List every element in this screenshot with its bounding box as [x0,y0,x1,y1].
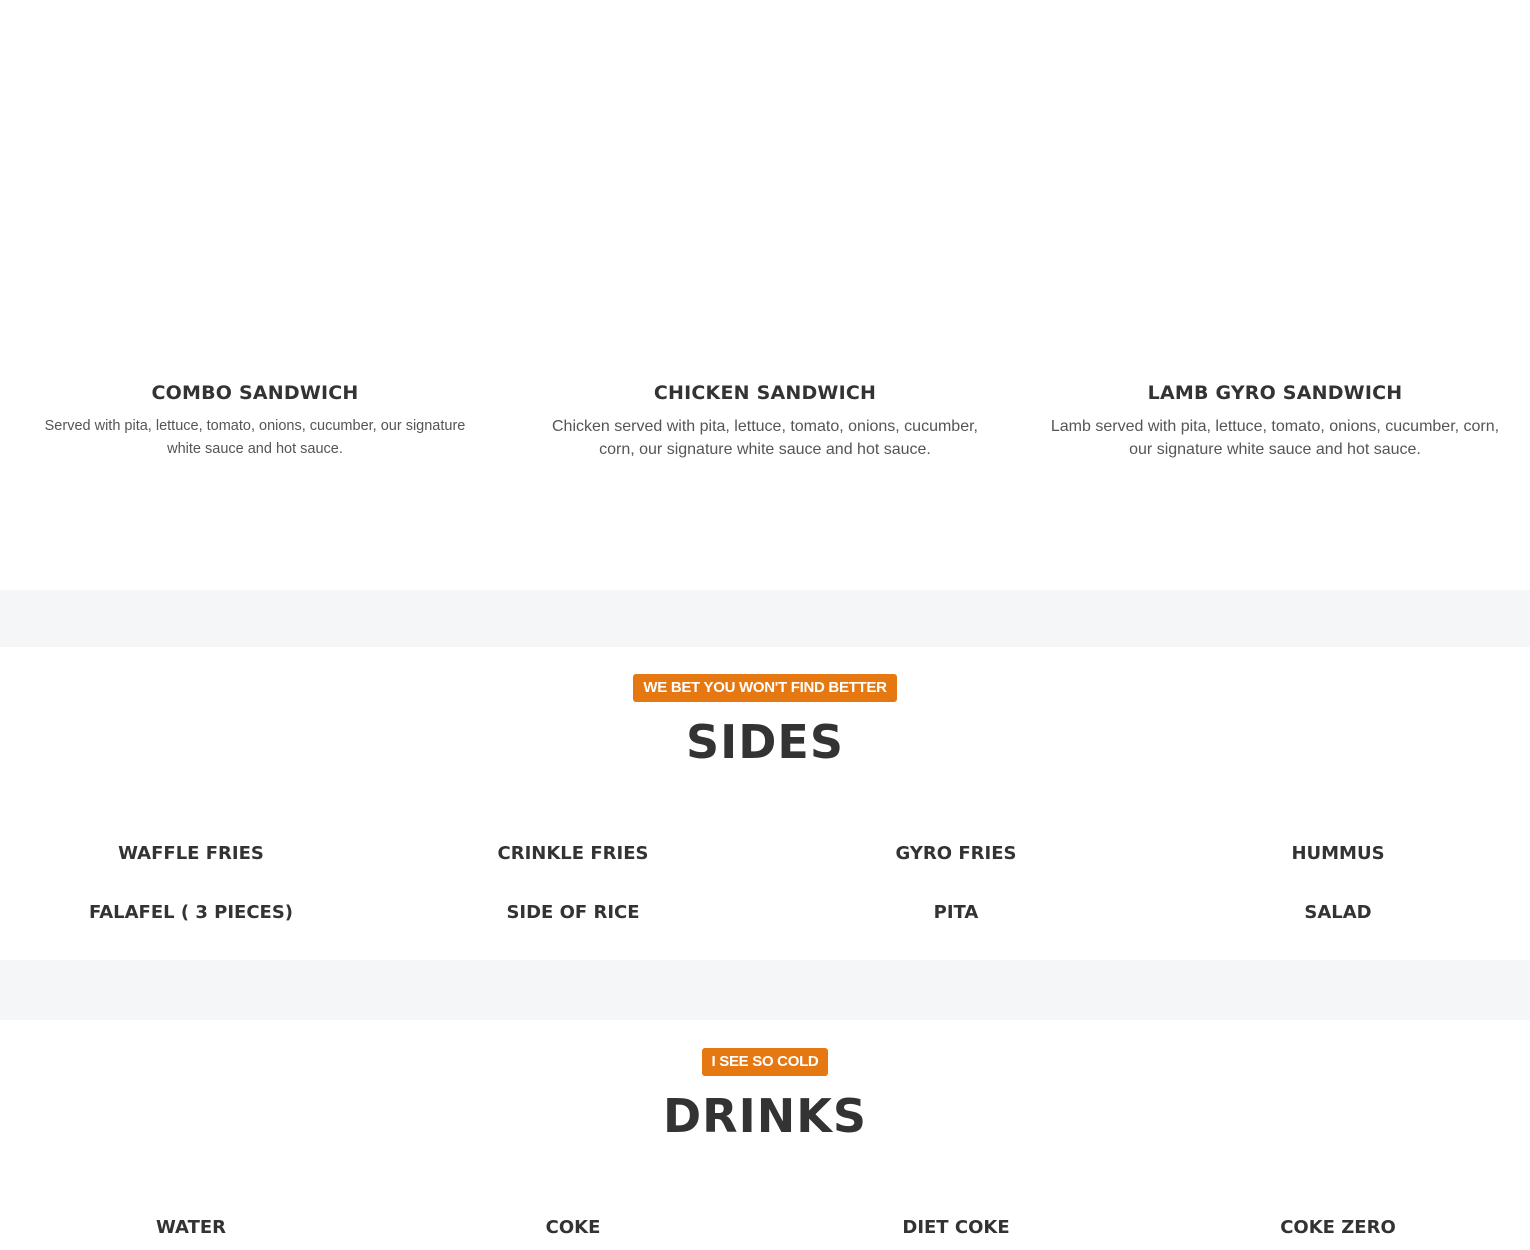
menu-item-title: COMBO SANDWICH [151,382,359,404]
section-divider [0,590,1530,647]
drink-item-diet-coke: DIET COKE [902,1217,1010,1238]
sides-header: WE BET YOU WON'T FIND BETTER SIDES [0,674,1530,770]
menu-page: COMBO SANDWICH Served with pita, lettuce… [0,0,1530,1250]
menu-item-description: Chicken served with pita, lettuce, tomat… [552,418,978,458]
side-item-falafel: FALAFEL ( 3 PIECES) [88,902,294,923]
side-item-side-of-rice: SIDE OF RICE [506,902,640,923]
menu-item-description: Served with pita, lettuce, tomato, onion… [44,418,466,457]
drinks-header: I SEE SO COLD DRINKS [0,1048,1530,1144]
drink-item-coke: COKE [545,1217,601,1238]
drink-item-water: WATER [155,1217,226,1238]
menu-card-chicken-sandwich: CHICKEN SANDWICH Chicken served with pit… [540,380,990,461]
drink-item-coke-zero: COKE ZERO [1280,1217,1396,1238]
side-item-salad: SALAD [1304,902,1372,923]
side-item-gyro-fries: GYRO FRIES [895,843,1017,864]
side-item-waffle-fries: WAFFLE FRIES [118,843,264,864]
sandwiches-section: COMBO SANDWICH Served with pita, lettuce… [0,0,1530,590]
menu-item-description: Lamb served with pita, lettuce, tomato, … [1050,418,1500,458]
sides-title: SIDES [686,715,844,769]
drinks-title: DRINKS [663,1089,867,1143]
side-item-hummus: HUMMUS [1291,843,1385,864]
sides-badge: WE BET YOU WON'T FIND BETTER [633,674,897,702]
menu-card-lamb-gyro-sandwich: LAMB GYRO SANDWICH Lamb served with pita… [1050,380,1500,461]
menu-item-title: CHICKEN SANDWICH [653,382,877,404]
menu-card-combo-sandwich: COMBO SANDWICH Served with pita, lettuce… [40,380,470,461]
section-divider [0,960,1530,1020]
side-item-crinkle-fries: CRINKLE FRIES [497,843,649,864]
side-item-pita: PITA [933,902,979,923]
drinks-badge: I SEE SO COLD [701,1048,829,1076]
menu-item-title: LAMB GYRO SANDWICH [1147,382,1403,404]
